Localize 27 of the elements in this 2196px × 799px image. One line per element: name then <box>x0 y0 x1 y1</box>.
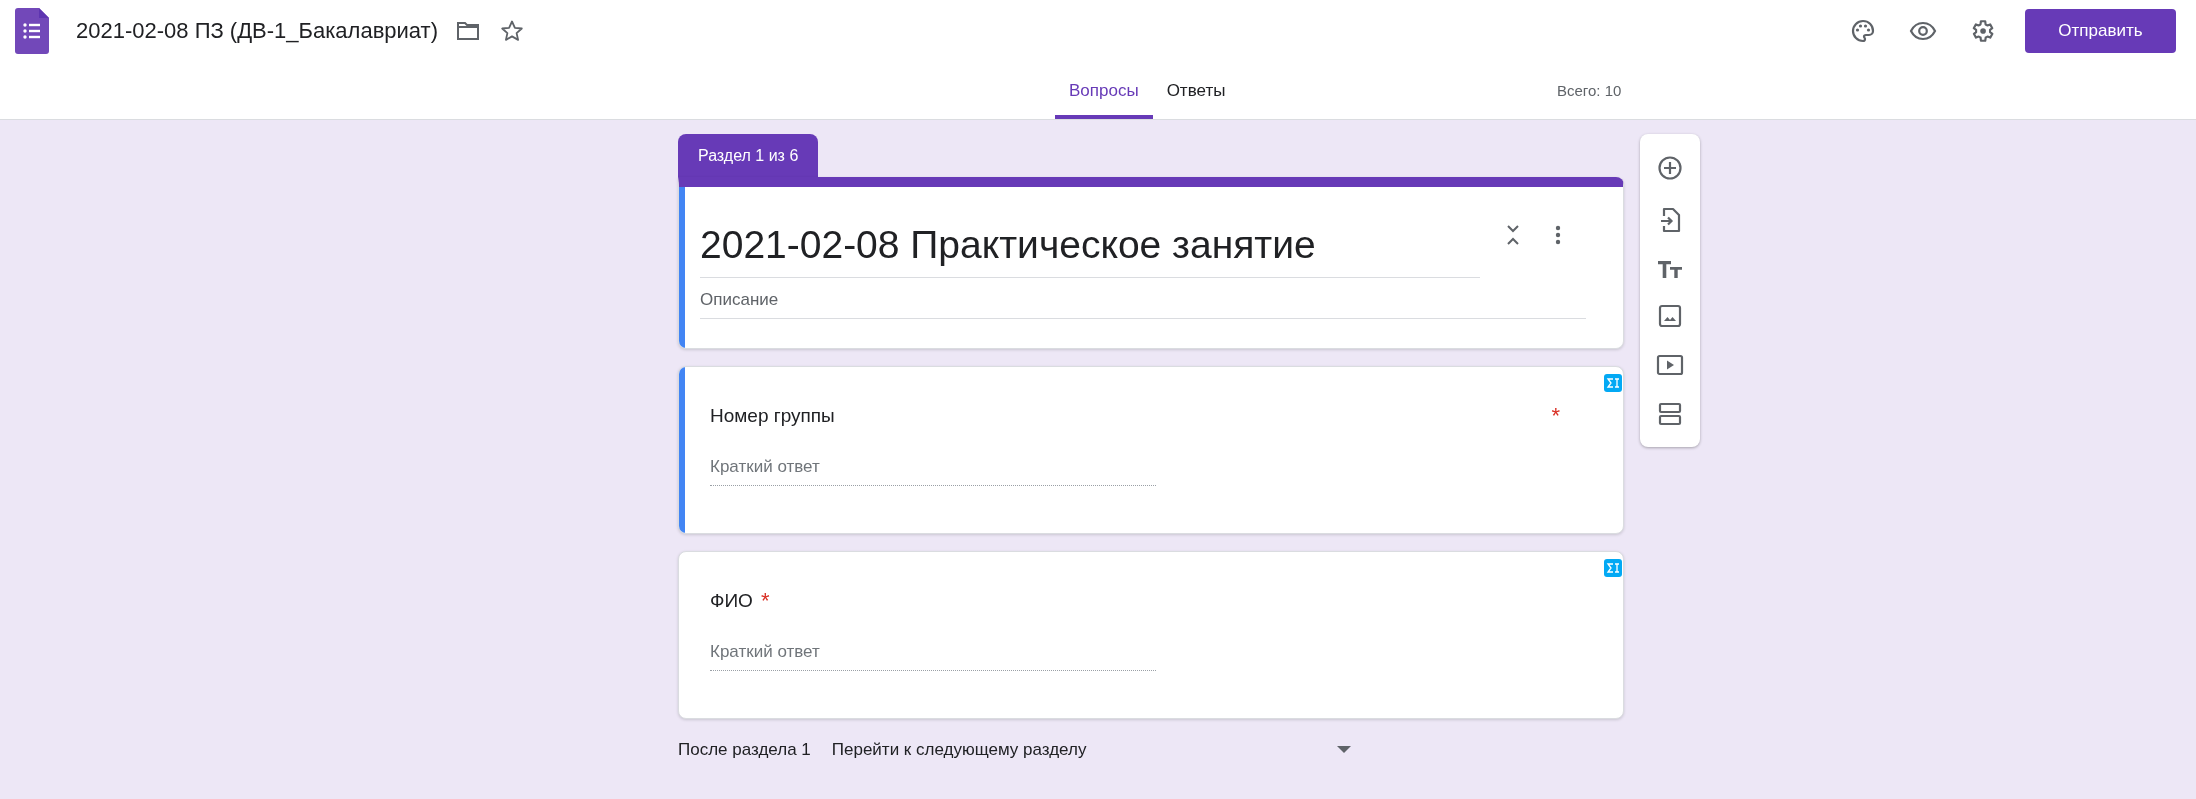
folder-icon[interactable] <box>456 21 480 41</box>
add-question-icon[interactable] <box>1657 154 1683 181</box>
send-button[interactable]: Отправить <box>2025 9 2176 53</box>
description-field[interactable]: Описание <box>700 278 1586 319</box>
required-mark: * <box>1551 405 1560 427</box>
dropdown-caret-icon[interactable] <box>1336 745 1351 754</box>
form-title[interactable]: 2021-02-08 ПЗ (ДВ-1_Бакалавриат) <box>76 18 438 44</box>
response-count: Всего: 10 <box>1557 82 1622 99</box>
forms-logo-icon[interactable] <box>15 8 49 54</box>
more-options-icon[interactable] <box>1555 225 1561 245</box>
tab[interactable]: Ответы <box>1152 62 1240 119</box>
section-title[interactable]: 2021-02-08 Практическое занятие <box>700 207 1480 278</box>
title-text-icon[interactable] <box>1657 258 1683 279</box>
after-section-label: После раздела 1 <box>678 739 811 760</box>
image-icon[interactable] <box>1658 304 1682 329</box>
tab[interactable]: Вопросы <box>1055 62 1153 119</box>
required-mark: * <box>760 590 770 612</box>
question-title[interactable]: ФИО <box>710 590 753 612</box>
eye-icon[interactable] <box>1909 21 1937 41</box>
import-icon[interactable] <box>1659 206 1681 233</box>
collapse-icon[interactable] <box>1505 223 1521 247</box>
video-icon[interactable] <box>1656 354 1684 377</box>
add-section-icon[interactable] <box>1658 402 1682 427</box>
star-icon[interactable] <box>500 19 524 43</box>
question-title[interactable]: Номер группы <box>710 405 1544 427</box>
palette-icon[interactable] <box>1850 18 1876 44</box>
next-section-dropdown[interactable]: Перейти к следующему разделу <box>831 739 1337 760</box>
